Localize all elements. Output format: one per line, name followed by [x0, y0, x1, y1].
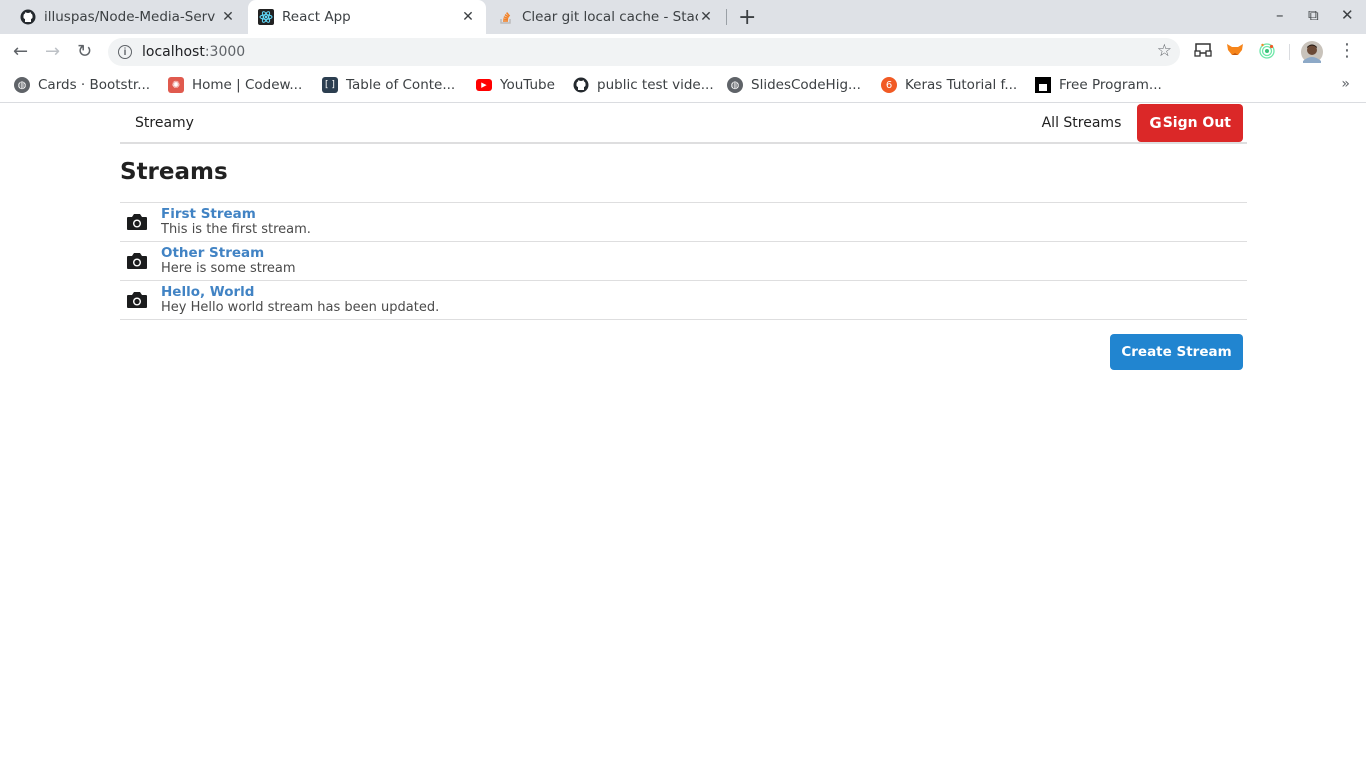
tab-title: illuspas/Node-Media-Serv — [44, 9, 216, 25]
close-window-button[interactable]: ✕ — [1341, 6, 1354, 24]
bookmark-label: SlidesCodeHig... — [751, 77, 861, 93]
stream-description: This is the first stream. — [161, 222, 311, 237]
browser-menu-icon[interactable]: ⋮ — [1338, 40, 1356, 61]
stream-title-link[interactable]: Other Stream — [161, 245, 296, 261]
github-icon — [20, 9, 36, 25]
bookmark-codewars[interactable]: ✺ Home | Codew... — [168, 77, 302, 93]
header-right-menu: All Streams G Sign Out — [1042, 104, 1243, 142]
back-button[interactable]: ← — [13, 41, 28, 62]
bookmark-cards-bootstrap[interactable]: ◍ Cards · Bootstr... — [14, 77, 150, 93]
more-bookmarks-button[interactable]: » — [1341, 76, 1350, 92]
stream-title-link[interactable]: Hello, World — [161, 284, 439, 300]
all-streams-link[interactable]: All Streams — [1042, 115, 1122, 131]
tab-node-media-server[interactable]: illuspas/Node-Media-Serv ✕ — [10, 0, 246, 34]
tab-react-app[interactable]: React App ✕ — [248, 0, 486, 34]
bookmark-label: Cards · Bootstr... — [38, 77, 151, 93]
tab-clear-git-cache[interactable]: Clear git local cache - Stac ✕ — [488, 0, 724, 34]
bookmark-label: YouTube — [500, 77, 555, 93]
bookmark-free-programming[interactable]: Free Program... — [1035, 77, 1162, 93]
bookmark-keras-tutorial[interactable]: 6 Keras Tutorial f... — [881, 77, 1017, 93]
toolbar-divider — [1289, 44, 1290, 60]
keras-icon: 6 — [881, 77, 897, 93]
bookmark-label: Table of Conte... — [346, 77, 456, 93]
stream-content: Hello, World Hey Hello world stream has … — [161, 284, 439, 316]
bookmark-star-icon[interactable]: ☆ — [1157, 41, 1172, 61]
forward-button[interactable]: → — [45, 41, 60, 62]
stream-list-item: Hello, World Hey Hello world stream has … — [120, 281, 1247, 320]
address-bar[interactable]: i localhost:3000 ☆ — [108, 38, 1180, 66]
brand-link[interactable]: Streamy — [135, 115, 194, 131]
bookmark-slidescodehighlighting[interactable]: ◍ SlidesCodeHig... — [727, 77, 861, 93]
bookmark-label: Keras Tutorial f... — [905, 77, 1018, 93]
tab-title: Clear git local cache - Stac — [522, 9, 698, 25]
close-tab-icon[interactable]: ✕ — [698, 9, 714, 25]
metamask-fox-icon[interactable] — [1226, 42, 1244, 63]
youtube-icon: ▶ — [476, 79, 492, 91]
reload-button[interactable]: ↻ — [77, 41, 92, 62]
camera-icon — [126, 252, 148, 270]
tab-separator — [726, 9, 727, 25]
close-tab-icon[interactable]: ✕ — [460, 9, 476, 25]
bookmark-table-of-contents[interactable]: [ ] Table of Conte... — [322, 77, 455, 93]
create-stream-area: Create Stream — [120, 320, 1247, 384]
stream-content: First Stream This is the first stream. — [161, 206, 311, 238]
tab-bar: illuspas/Node-Media-Serv ✕ React App ✕ C… — [0, 0, 1366, 34]
globe-icon: ◍ — [727, 77, 743, 93]
bookmark-public-test-videos[interactable]: public test vide... — [573, 77, 714, 93]
minimize-button[interactable]: – — [1276, 6, 1284, 24]
camera-icon — [126, 291, 148, 309]
cast-extension-icon[interactable] — [1194, 42, 1212, 63]
url-port: :3000 — [204, 44, 246, 60]
profile-avatar[interactable] — [1301, 41, 1323, 68]
url-text[interactable]: localhost:3000 — [142, 44, 245, 60]
new-tab-button[interactable]: + — [738, 5, 756, 30]
stream-list-item: First Stream This is the first stream. — [120, 203, 1247, 242]
react-icon — [258, 9, 274, 25]
app-page: Streamy All Streams G Sign Out Streams F… — [120, 104, 1247, 384]
google-icon: G — [1149, 114, 1162, 132]
bookmarks-bar: ◍ Cards · Bootstr... ✺ Home | Codew... [… — [0, 70, 1366, 103]
stream-description: Hey Hello world stream has been updated. — [161, 300, 440, 315]
app-header-menu: Streamy All Streams G Sign Out — [120, 104, 1247, 144]
close-tab-icon[interactable]: ✕ — [220, 9, 236, 25]
brackets-icon: [ ] — [322, 77, 338, 93]
browser-toolbar: ← → ↻ i localhost:3000 ☆ ⋮ — [0, 34, 1366, 70]
orbit-extension-icon[interactable] — [1258, 42, 1276, 65]
stream-content: Other Stream Here is some stream — [161, 245, 296, 277]
stream-list: First Stream This is the first stream. O… — [120, 203, 1247, 320]
bookmark-youtube[interactable]: ▶ YouTube — [476, 77, 555, 93]
tab-title: React App — [282, 9, 351, 25]
bookmark-label: Home | Codew... — [192, 77, 303, 93]
sign-out-button[interactable]: G Sign Out — [1137, 104, 1243, 142]
globe-icon: ◍ — [14, 77, 30, 93]
create-stream-button[interactable]: Create Stream — [1110, 334, 1243, 370]
camera-icon — [126, 213, 148, 231]
maximize-button[interactable]: ⧉ — [1308, 6, 1319, 24]
stream-title-link[interactable]: First Stream — [161, 206, 311, 222]
site-info-icon[interactable]: i — [118, 45, 132, 59]
stream-list-item: Other Stream Here is some stream — [120, 242, 1247, 281]
freecodecamp-icon — [1035, 77, 1051, 93]
page-title: Streams — [120, 159, 1247, 203]
bookmark-label: public test vide... — [597, 77, 714, 93]
stream-description: Here is some stream — [161, 261, 296, 276]
sign-out-label: Sign Out — [1162, 115, 1231, 131]
stackoverflow-icon — [498, 9, 514, 25]
bookmark-label: Free Program... — [1059, 77, 1162, 93]
url-host: localhost — [142, 44, 205, 60]
github-icon — [573, 77, 589, 93]
codewars-icon: ✺ — [168, 77, 184, 93]
